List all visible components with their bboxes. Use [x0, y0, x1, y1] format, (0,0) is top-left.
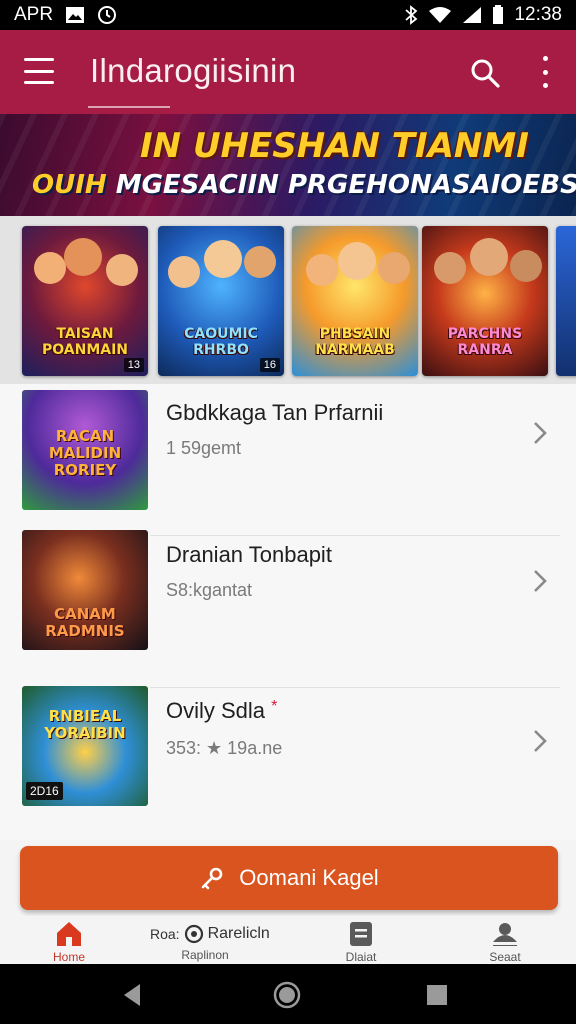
- home-icon: [57, 922, 81, 946]
- hero-banner[interactable]: IN UHESHAN TIANMI OUIH MGESACIIN PRGEHON…: [0, 114, 576, 216]
- app-title: Ilndarogiisinin: [90, 52, 297, 89]
- primary-action-button[interactable]: Oomani Kagel: [20, 846, 558, 910]
- hero-subheadline-highlight: OUIH: [32, 170, 107, 200]
- profile-icon: [493, 923, 517, 946]
- card-characters: [28, 236, 142, 316]
- home-button-icon[interactable]: [272, 980, 302, 1010]
- app-bar: Ilndarogiisinin: [0, 30, 576, 114]
- photo-notification-icon: [65, 6, 85, 24]
- nav-label: Seaat: [489, 950, 521, 964]
- list-item-thumbnail: CANAM RADMNIS: [22, 530, 148, 650]
- nav-label: Raplinon: [181, 948, 229, 962]
- circle-c-icon: [184, 924, 203, 944]
- list-item-meta: 1 59gemt: [166, 438, 242, 458]
- starred-mark: *: [271, 698, 278, 715]
- list-item-thumbnail: RNBIEAL YORAIBIN 2D16: [22, 686, 148, 806]
- hero-subheadline: OUIH MGESACIIN PRGEHONASAIOEBS: [32, 170, 576, 200]
- list-item[interactable]: CANAM RADMNIS Dranian Tonbapit S8:kganta…: [0, 524, 576, 688]
- carrier-label: APR: [14, 4, 54, 25]
- nav-item-list[interactable]: Dlaiat: [306, 920, 416, 964]
- list-item-thumbnail: RACAN MALIDIN RORIEY: [22, 390, 148, 510]
- thumbnail-badge: 2D16: [26, 782, 63, 800]
- card-title: TAISAN POANMAIN: [41, 326, 129, 358]
- wifi-icon: [428, 6, 452, 24]
- system-navigation-bar: [0, 964, 576, 1024]
- thumbnail-label: CANAM RADMNIS: [45, 605, 125, 640]
- chevron-right-icon: [534, 422, 547, 444]
- featured-card[interactable]: CAOUMIC RHRBO 16: [158, 226, 284, 376]
- game-list: RACAN MALIDIN RORIEY Gbdkkaga Tan Prfarn…: [0, 384, 576, 840]
- featured-card[interactable]: PARCHNS RANRA: [422, 226, 548, 376]
- more-vert-icon[interactable]: [538, 56, 552, 88]
- featured-card[interactable]: PHBSAIN NARMAAB: [292, 226, 418, 376]
- age-rating-badge: 16: [259, 358, 280, 372]
- key-icon: [201, 867, 223, 890]
- featured-card[interactable]: TAISAN POANMAIN 13: [22, 226, 148, 376]
- nav-item-secondary[interactable]: Raplinon: [150, 946, 260, 964]
- card-characters: [298, 236, 412, 316]
- battery-icon: [492, 5, 504, 25]
- title-underline: [88, 106, 170, 108]
- list-item-title: Gbdkkaga Tan Prfarnii: [166, 400, 384, 425]
- recents-icon[interactable]: [422, 980, 452, 1010]
- clock-time: 12:38: [514, 4, 562, 25]
- card-characters: [164, 236, 278, 316]
- nav-item-home[interactable]: Home: [14, 920, 124, 964]
- list-item-title-text: Ovily Sdla: [166, 698, 266, 723]
- nav-label: Dlaiat: [345, 950, 377, 964]
- nav-label: Home: [52, 950, 85, 964]
- nav-center-label: Rarelicln: [207, 925, 270, 942]
- list-icon: [350, 922, 372, 946]
- primary-action-label: Oomani Kagel: [239, 865, 379, 890]
- featured-card-partial[interactable]: [556, 226, 576, 376]
- card-title: PHBSAIN NARMAAB: [315, 326, 395, 358]
- back-icon[interactable]: [118, 980, 148, 1010]
- clock-notification-icon: [97, 5, 117, 25]
- hero-headline: IN UHESHAN TIANMI: [140, 126, 529, 166]
- list-item-meta: S8:kgantat: [166, 580, 253, 600]
- thumbnail-label: RACAN MALIDIN RORIEY: [48, 427, 122, 479]
- chevron-right-icon: [534, 730, 547, 752]
- hero-subheadline-rest: MGESACIIN PRGEHONASAIOEBS: [106, 170, 576, 200]
- menu-icon[interactable]: [24, 58, 54, 84]
- bluetooth-icon: [404, 5, 418, 25]
- age-rating-badge: 13: [123, 358, 144, 372]
- card-title: CAOUMIC RHRBO: [184, 326, 258, 358]
- thumbnail-label: RNBIEAL YORAIBIN: [44, 707, 126, 742]
- bottom-navigation: Home Roa: Rarelicln Raplinon Dlaiat Seaa…: [0, 916, 576, 964]
- nav-item-center[interactable]: Roa: Rarelicln: [150, 924, 270, 944]
- card-characters: [428, 236, 542, 316]
- list-item-meta: 353: ★ 19a.ne: [166, 738, 283, 758]
- nav-center-prefix: Roa:: [150, 926, 180, 942]
- list-item[interactable]: RACAN MALIDIN RORIEY Gbdkkaga Tan Prfarn…: [0, 384, 576, 536]
- list-item-title: Dranian Tonbapit: [166, 542, 332, 567]
- list-item-title: Ovily Sdla *: [166, 698, 277, 724]
- cell-signal-icon: [462, 6, 482, 24]
- card-title: PARCHNS RANRA: [447, 326, 523, 358]
- nav-item-profile[interactable]: Seaat: [450, 920, 560, 964]
- search-icon[interactable]: [470, 58, 500, 88]
- chevron-right-icon: [534, 570, 547, 592]
- featured-carousel[interactable]: TAISAN POANMAIN 13 CAOUMIC RHRBO 16 PHBS…: [0, 216, 576, 384]
- status-bar: APR 12:38: [0, 0, 576, 30]
- list-item[interactable]: RNBIEAL YORAIBIN 2D16 Ovily Sdla * 353: …: [0, 684, 576, 836]
